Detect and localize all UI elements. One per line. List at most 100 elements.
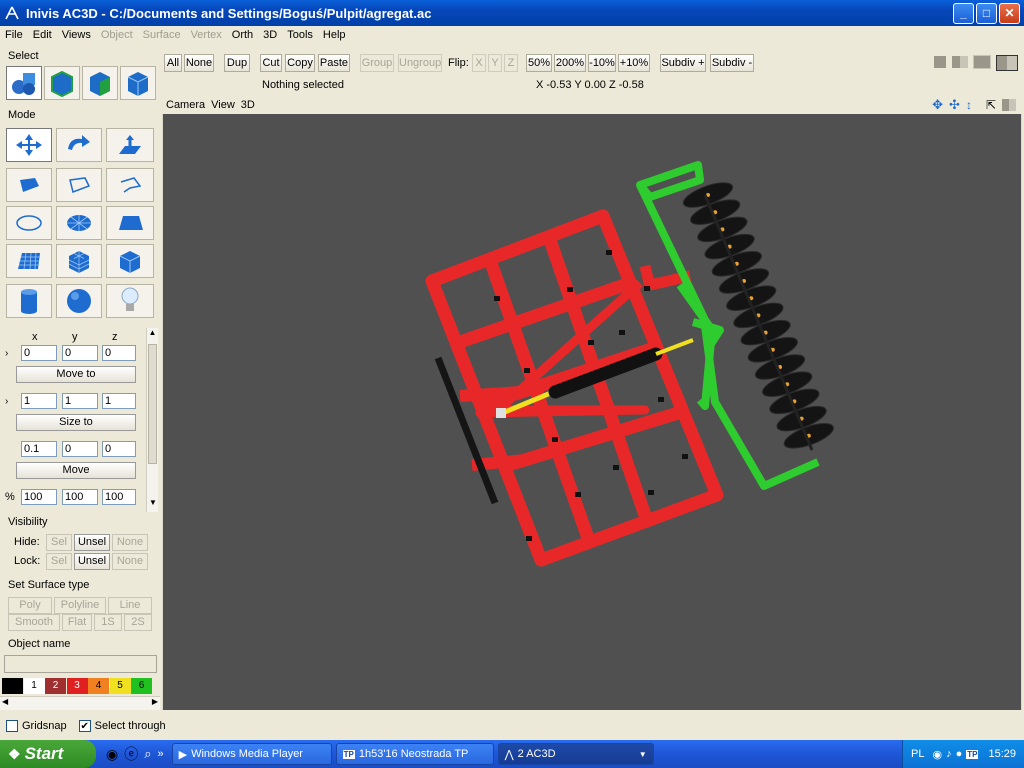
- scale-z-field[interactable]: 100: [102, 489, 136, 505]
- quicklaunch-icon[interactable]: ⌕: [144, 746, 151, 762]
- size-z-field[interactable]: 1: [102, 393, 136, 409]
- create-sphere-button[interactable]: [56, 284, 102, 318]
- maximize-button[interactable]: □: [976, 2, 997, 24]
- mode-move-button[interactable]: [6, 128, 52, 162]
- gridsnap-checkbox[interactable]: [6, 720, 18, 732]
- flip-x-button[interactable]: X: [472, 54, 486, 72]
- surface-2s-button[interactable]: 2S: [124, 614, 152, 631]
- viewport-menu-view[interactable]: View: [211, 99, 235, 111]
- hide-unsel-button[interactable]: Unsel: [74, 534, 110, 551]
- position-z-field[interactable]: 0: [102, 345, 136, 361]
- maximize-view-icon[interactable]: [1002, 99, 1016, 111]
- mode-extrude-button[interactable]: [106, 128, 154, 162]
- select-surface-button[interactable]: [82, 66, 118, 100]
- rotate-view-icon[interactable]: ✥: [932, 97, 943, 113]
- create-polyline-button[interactable]: [56, 168, 102, 202]
- minimize-button[interactable]: _: [953, 2, 974, 24]
- create-polygon-button[interactable]: [6, 168, 52, 202]
- surface-line-button[interactable]: Line: [108, 597, 152, 614]
- color-swatch[interactable]: [2, 678, 23, 694]
- size-x-field[interactable]: 1: [21, 393, 57, 409]
- color-swatch[interactable]: 2: [45, 678, 66, 694]
- network-icon[interactable]: ◉: [932, 748, 942, 761]
- select-none-button[interactable]: None: [184, 54, 214, 72]
- ungroup-button[interactable]: Ungroup: [398, 54, 442, 72]
- scale-minus10-button[interactable]: -10%: [588, 54, 616, 72]
- close-button[interactable]: ✕: [999, 2, 1020, 24]
- ie-icon[interactable]: ⓔ: [124, 744, 138, 764]
- subdiv-plus-button[interactable]: Subdiv +: [660, 54, 706, 72]
- scroll-down-icon[interactable]: ▼: [147, 498, 159, 512]
- move-button[interactable]: Move: [16, 462, 136, 479]
- create-rectangle-button[interactable]: [106, 206, 154, 240]
- surface-poly-button[interactable]: Poly: [8, 597, 52, 614]
- scale-200-button[interactable]: 200%: [554, 54, 586, 72]
- group-button[interactable]: Group: [360, 54, 394, 72]
- move-to-button[interactable]: Move to: [16, 366, 136, 383]
- select-group-button[interactable]: [6, 66, 42, 100]
- expand-size-icon[interactable]: ›: [5, 396, 8, 407]
- menu-3d[interactable]: 3D: [258, 29, 282, 41]
- task-media-player[interactable]: ▶ Windows Media Player: [171, 743, 332, 765]
- cut-button[interactable]: Cut: [260, 54, 282, 72]
- layout-quad-icon[interactable]: [996, 55, 1018, 71]
- select-object-button[interactable]: [44, 66, 80, 100]
- paste-button[interactable]: Paste: [318, 54, 350, 72]
- surface-polyline-button[interactable]: Polyline: [54, 597, 106, 614]
- move-x-field[interactable]: 0.1: [21, 441, 57, 457]
- mode-rotate-button[interactable]: [56, 128, 102, 162]
- size-to-button[interactable]: Size to: [16, 414, 136, 431]
- hide-sel-button[interactable]: Sel: [46, 534, 72, 551]
- color-swatch[interactable]: 5: [109, 678, 131, 694]
- view-mode-icon[interactable]: ⇱: [986, 98, 996, 112]
- menu-object[interactable]: Object: [96, 29, 138, 41]
- lock-none-button[interactable]: None: [112, 553, 148, 570]
- position-x-field[interactable]: 0: [21, 345, 57, 361]
- move-y-field[interactable]: 0: [62, 441, 98, 457]
- create-box-button[interactable]: [106, 244, 154, 278]
- more-icon[interactable]: »: [158, 748, 164, 760]
- menu-vertex[interactable]: Vertex: [186, 29, 227, 41]
- flip-z-button[interactable]: Z: [504, 54, 518, 72]
- task-neostrada[interactable]: TP 1h53'16 Neostrada TP: [335, 743, 494, 765]
- size-y-field[interactable]: 1: [62, 393, 98, 409]
- color-swatch[interactable]: 1: [23, 678, 45, 694]
- panel-scrollbar[interactable]: ▲ ▼: [146, 328, 158, 512]
- task-ac3d[interactable]: ⋀ 2 AC3D ▼: [497, 743, 654, 765]
- create-ellipse-button[interactable]: [6, 206, 52, 240]
- copy-button[interactable]: Copy: [285, 54, 315, 72]
- select-through-checkbox[interactable]: ✔: [78, 720, 91, 732]
- title-bar[interactable]: Inivis AC3D - C:/Documents and Settings/…: [0, 0, 1024, 26]
- menu-surface[interactable]: Surface: [138, 29, 186, 41]
- pan-view-icon[interactable]: ✣: [949, 97, 960, 113]
- volume-icon[interactable]: ♪: [946, 748, 952, 760]
- surface-1s-button[interactable]: 1S: [94, 614, 122, 631]
- select-vertex-button[interactable]: [120, 66, 156, 100]
- duplicate-button[interactable]: Dup: [224, 54, 250, 72]
- zoom-view-icon[interactable]: ↕: [966, 98, 972, 112]
- create-light-button[interactable]: [106, 284, 154, 318]
- select-all-button[interactable]: All: [164, 54, 182, 72]
- move-z-field[interactable]: 0: [102, 441, 136, 457]
- viewport-menu-3d[interactable]: 3D: [241, 99, 255, 111]
- start-button[interactable]: ❖ Start: [0, 740, 96, 768]
- palette-scrollbar[interactable]: ◀ ▶: [0, 696, 160, 710]
- color-swatch[interactable]: 3: [66, 678, 88, 694]
- menu-views[interactable]: Views: [57, 29, 96, 41]
- create-box-grid-button[interactable]: [56, 244, 102, 278]
- object-name-field[interactable]: [4, 655, 157, 673]
- scroll-right-icon[interactable]: ▶: [152, 697, 158, 706]
- menu-tools[interactable]: Tools: [282, 29, 318, 41]
- flip-y-button[interactable]: Y: [488, 54, 502, 72]
- color-swatch[interactable]: 4: [88, 678, 109, 694]
- scroll-left-icon[interactable]: ◀: [2, 697, 8, 706]
- menu-file[interactable]: File: [0, 29, 28, 41]
- lock-sel-button[interactable]: Sel: [46, 553, 72, 570]
- create-cylinder-button[interactable]: [6, 284, 52, 318]
- tp-tray-icon[interactable]: TP: [966, 749, 979, 759]
- security-icon[interactable]: ●: [956, 748, 963, 760]
- lock-unsel-button[interactable]: Unsel: [74, 553, 110, 570]
- surface-flat-button[interactable]: Flat: [62, 614, 92, 631]
- layout-triple-icon[interactable]: [973, 55, 991, 69]
- scale-plus10-button[interactable]: +10%: [618, 54, 650, 72]
